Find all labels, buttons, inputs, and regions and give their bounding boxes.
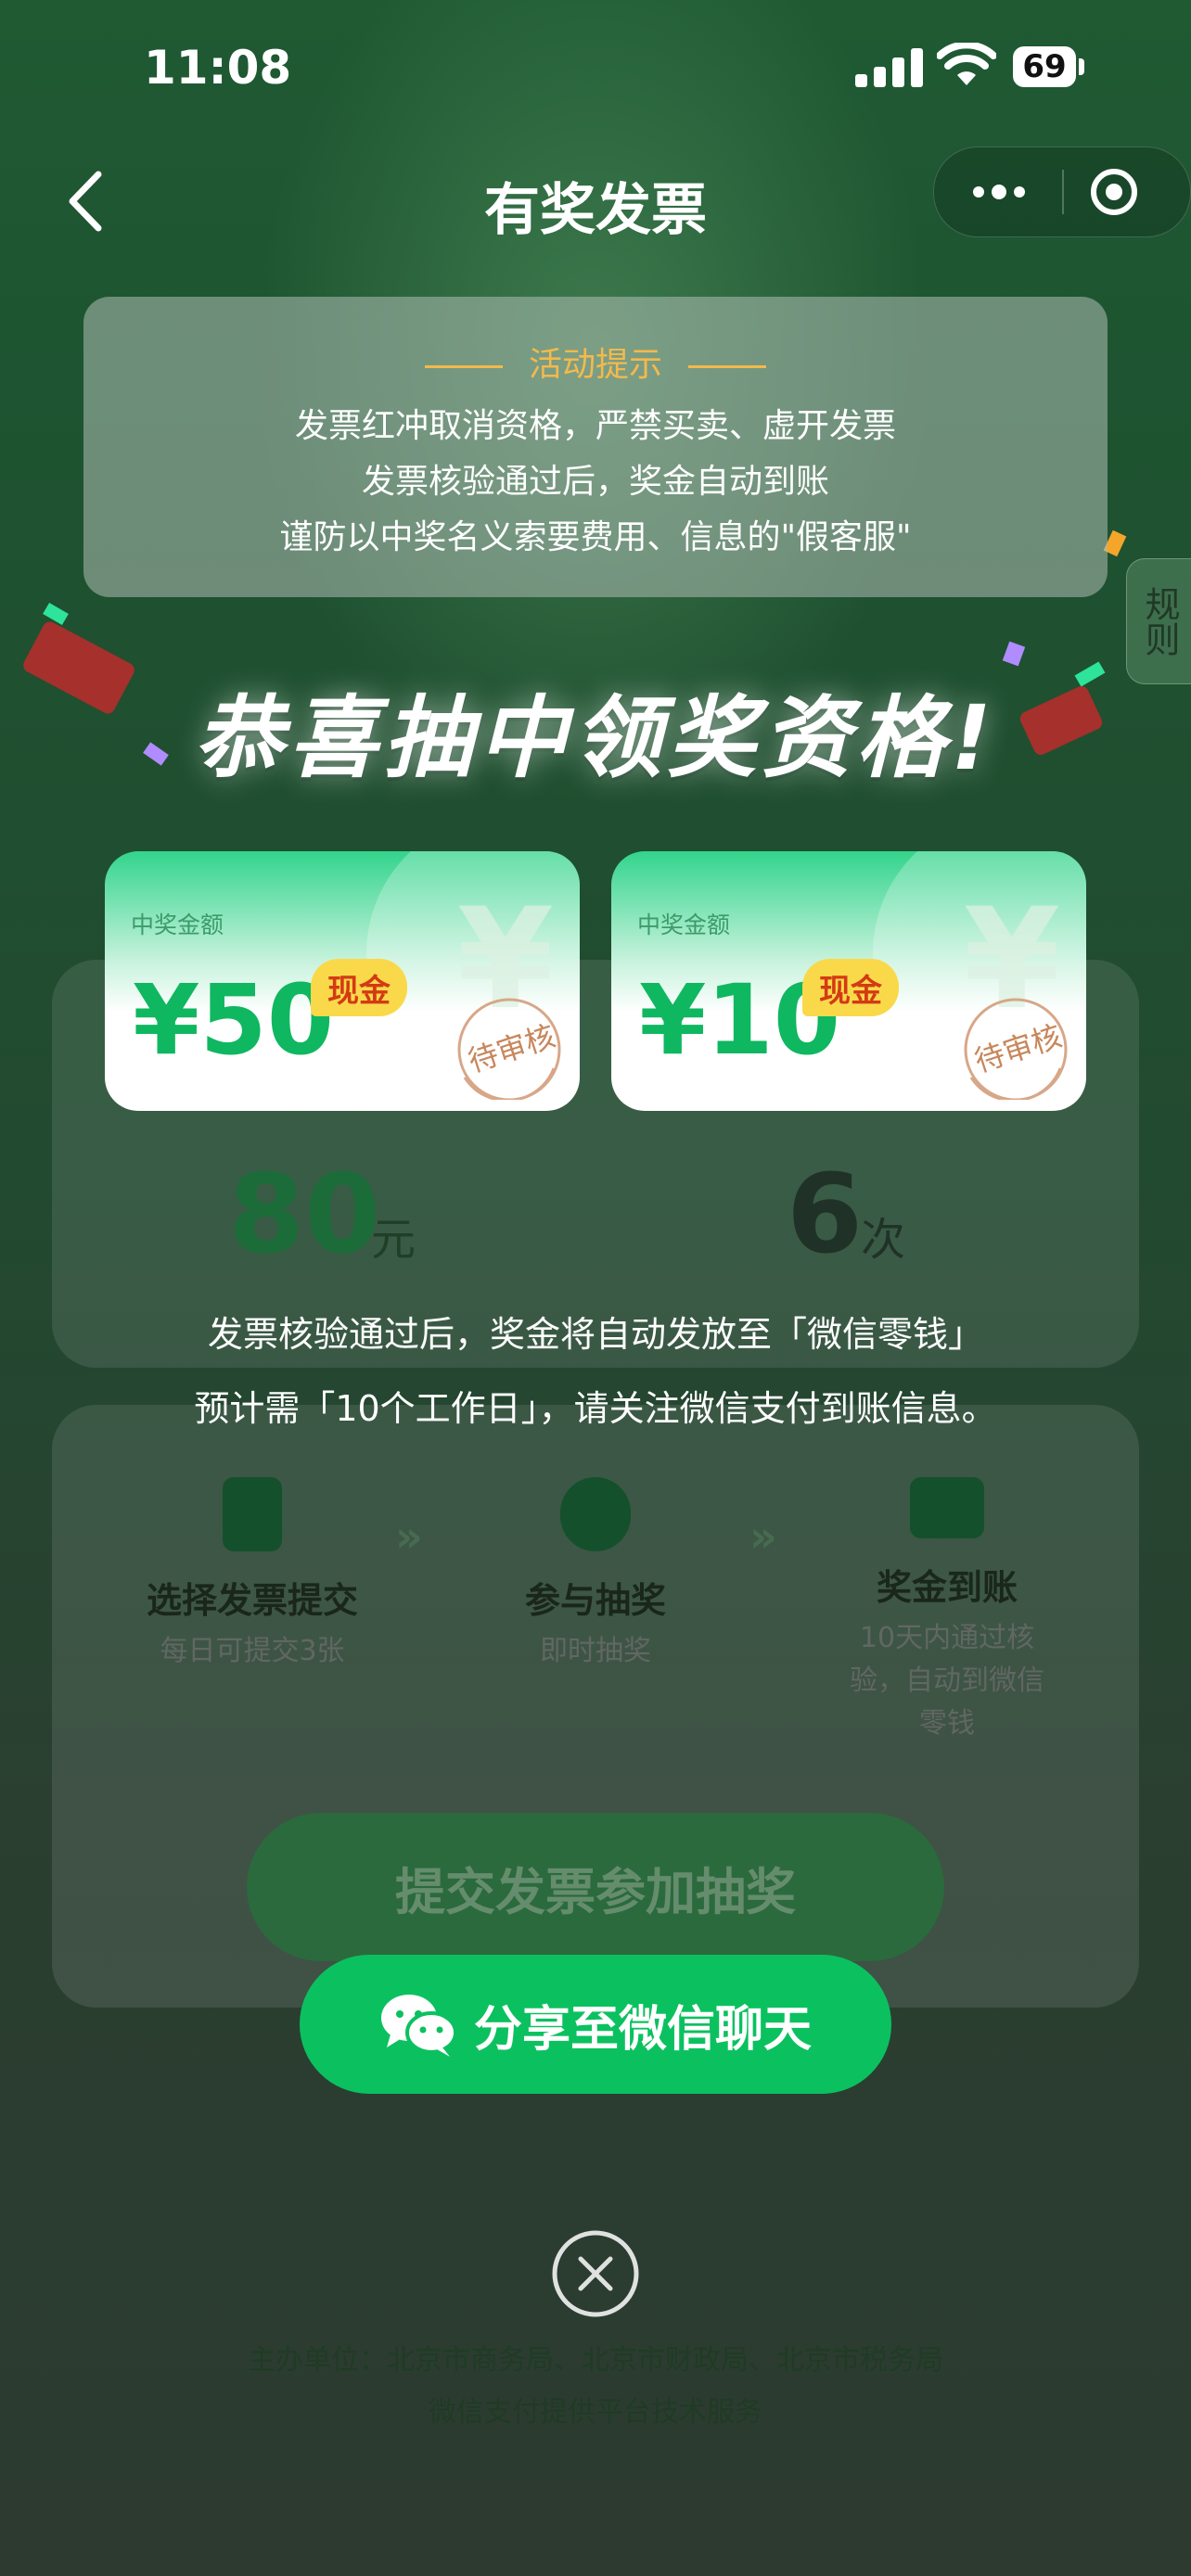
prize-amount: ¥50: [133, 963, 335, 1077]
footer-tech: 微信支付提供平台技术服务: [429, 2396, 762, 2429]
payout-info-line: 发票核验通过后，奖金将自动发放至「微信零钱」: [207, 1314, 983, 1355]
cellular-signal-icon: [855, 46, 924, 87]
money-bag-icon: [560, 1477, 631, 1551]
more-icon[interactable]: [971, 175, 1027, 209]
notice-line: 发票红冲取消资格，严禁买卖、虚开发票: [294, 407, 896, 445]
notice-line: 发票核验通过后，奖金自动到账: [361, 463, 829, 501]
submit-invoice-button[interactable]: 提交发票参加抽奖: [247, 1813, 944, 1961]
chevron-double-icon: »: [395, 1511, 423, 1562]
wifi-icon: [937, 43, 996, 85]
close-icon[interactable]: [551, 2229, 640, 2318]
share-to-wechat-button[interactable]: 分享至微信聊天: [300, 1955, 891, 2094]
payout-info-line: 预计需「10个工作日」，请关注微信支付到账信息。: [194, 1388, 997, 1429]
activity-notice: 活动提示 发票红冲取消资格，严禁买卖、虚开发票 发票核验通过后，奖金自动到账 谨…: [83, 297, 1108, 597]
invoice-icon: [223, 1477, 282, 1551]
battery-indicator: 69: [1013, 46, 1076, 87]
cash-badge: 现金: [311, 959, 407, 1016]
notice-heading: 活动提示: [83, 338, 1108, 386]
wallet-icon: [910, 1477, 984, 1538]
prize-label: 中奖金额: [637, 912, 731, 938]
congrats-heading: 恭喜抽中领奖资格!: [194, 686, 997, 790]
prize-label: 中奖金额: [131, 912, 224, 938]
total-amount-unit: 元: [371, 1214, 416, 1266]
exit-mini-program-icon[interactable]: [1088, 166, 1140, 218]
share-button-label: 分享至微信聊天: [473, 2001, 812, 2058]
step-payout: 奖金到账 10天内通过核验，自动到微信零钱: [808, 1477, 1086, 1745]
footer-organizers: 主办单位：北京市商务局、北京市财政局、北京市税务局: [248, 2344, 943, 2377]
mini-program-capsule: [933, 147, 1191, 237]
chevron-double-icon: »: [749, 1511, 777, 1562]
prize-card: ¥ 中奖金额 ¥10 现金 待审核: [611, 851, 1086, 1111]
prize-card: ¥ 中奖金额 ¥50 现金 待审核: [105, 851, 580, 1111]
notice-line: 谨防以中奖名义索要费用、信息的"假客服": [279, 518, 912, 556]
draw-count-unit: 次: [861, 1214, 906, 1266]
draw-count: 6: [787, 1150, 864, 1278]
step-draw: 参与抽奖 即时抽奖: [456, 1477, 735, 1673]
cash-badge: 现金: [802, 959, 899, 1016]
battery-tip: [1079, 58, 1084, 75]
status-time: 11:08: [144, 41, 292, 95]
total-amount: 80: [228, 1150, 381, 1278]
wechat-icon: [380, 1995, 457, 2057]
step-select-invoice: 选择发票提交 每日可提交3张: [113, 1477, 391, 1673]
